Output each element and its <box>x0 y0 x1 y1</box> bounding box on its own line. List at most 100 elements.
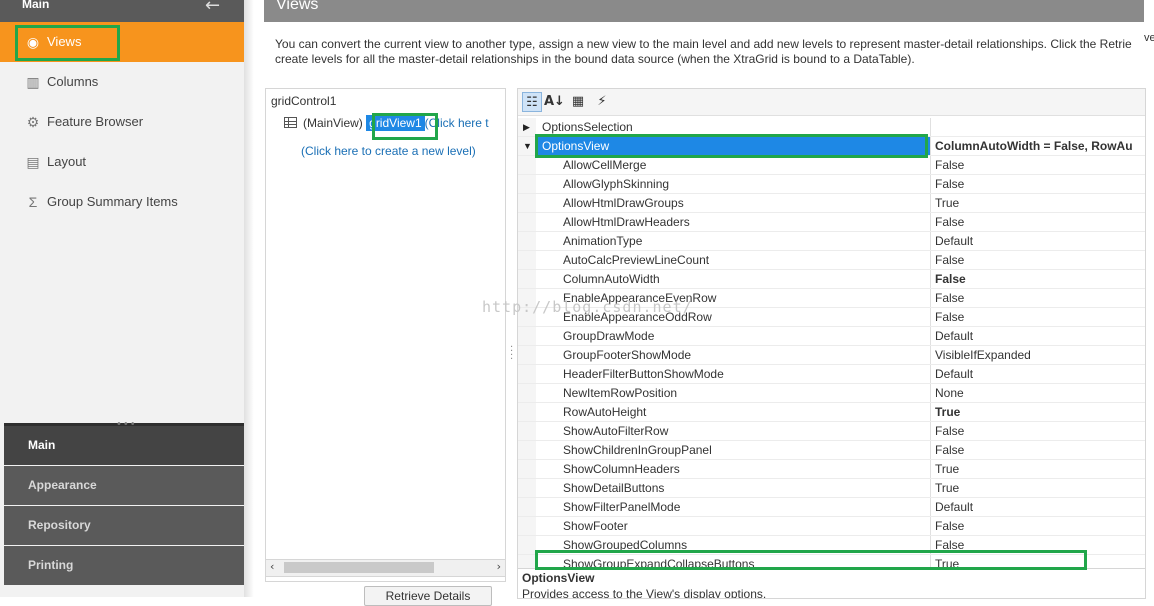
sidebar-group-appearance[interactable]: Appearance <box>4 466 244 505</box>
scroll-right-icon[interactable]: › <box>497 560 501 573</box>
tree-horizontal-scrollbar[interactable]: ‹ › <box>265 559 506 577</box>
retrieve-details-button[interactable]: Retrieve Details <box>364 586 492 606</box>
property-value[interactable]: True <box>934 194 959 212</box>
sidebar: Main ← ◉ Views ▥ Columns ⚙ Feature Browser ▤ La… <box>0 0 244 597</box>
sidebar-group-main[interactable]: Main <box>4 426 244 465</box>
column-separator <box>930 156 931 174</box>
property-value[interactable]: Default <box>934 327 973 345</box>
showgrouppanel-highlight-box <box>535 550 1087 570</box>
row-gutter <box>518 517 536 535</box>
sidebar-item-group-summary-items[interactable]: Σ Group Summary Items <box>0 182 244 222</box>
alphabetical-icon[interactable]: A↓ <box>544 92 565 112</box>
gridview-highlight-box <box>372 113 438 140</box>
property-value[interactable]: ColumnAutoWidth = False, RowAu <box>934 137 1133 155</box>
column-separator <box>930 346 931 364</box>
property-description-panel: OptionsView Provides access to the View'… <box>518 568 1145 598</box>
columns-icon: ▥ <box>26 74 40 90</box>
sidebar-header-title: Main <box>22 0 50 11</box>
property-row[interactable]: GroupDrawMode Default <box>518 327 1145 346</box>
property-row[interactable]: RowAutoHeight True <box>518 403 1145 422</box>
property-row[interactable]: ShowAutoFilterRow False <box>518 422 1145 441</box>
property-row[interactable]: ShowChildrenInGroupPanel False <box>518 441 1145 460</box>
property-row[interactable]: GroupFooterShowMode VisibleIfExpanded <box>518 346 1145 365</box>
property-row[interactable]: AllowHtmlDrawHeaders False <box>518 213 1145 232</box>
property-name: ColumnAutoWidth <box>563 272 660 286</box>
description-cut-text: ve <box>1144 32 1154 44</box>
row-gutter <box>518 479 536 497</box>
sidebar-group-printing[interactable]: Printing <box>4 546 244 585</box>
sidebar-item-columns[interactable]: ▥ Columns <box>0 62 244 102</box>
column-separator <box>930 479 931 497</box>
collapse-icon[interactable]: ▼ <box>523 137 532 155</box>
property-row[interactable]: AutoCalcPreviewLineCount False <box>518 251 1145 270</box>
property-value[interactable]: False <box>934 251 964 269</box>
property-row[interactable]: AllowGlyphSkinning False <box>518 175 1145 194</box>
property-row[interactable]: AllowHtmlDrawGroups True <box>518 194 1145 213</box>
column-separator <box>930 517 931 535</box>
property-row[interactable]: ShowDetailButtons True <box>518 479 1145 498</box>
property-name: AnimationType <box>563 234 643 248</box>
page-header: Views <box>264 0 1154 22</box>
property-value[interactable]: False <box>934 289 964 307</box>
column-separator <box>930 327 931 345</box>
property-value[interactable]: True <box>934 479 959 497</box>
property-name: ShowFooter <box>563 519 628 533</box>
create-level-link[interactable]: (Click here to create a new level) <box>301 144 476 158</box>
column-separator <box>930 308 931 326</box>
property-name: NewItemRowPosition <box>563 386 678 400</box>
property-value[interactable]: Default <box>934 498 973 516</box>
property-value[interactable]: False <box>934 175 964 193</box>
property-name: RowAutoHeight <box>563 405 647 419</box>
page-description: You can convert the current view to anot… <box>275 37 1143 67</box>
scroll-thumb[interactable] <box>284 562 434 573</box>
sidebar-item-feature-browser[interactable]: ⚙ Feature Browser <box>0 102 244 142</box>
property-name: ShowFilterPanelMode <box>563 500 681 514</box>
vertical-splitter-handle[interactable]: · · · · <box>510 343 513 365</box>
gear-icon: ⚙ <box>26 114 40 130</box>
scroll-left-icon[interactable]: ‹ <box>270 560 274 573</box>
property-pages-icon[interactable]: ▦ <box>568 92 588 112</box>
row-gutter <box>518 441 536 459</box>
property-value[interactable]: None <box>934 384 964 402</box>
sidebar-item-label: Group Summary Items <box>47 194 178 209</box>
property-value[interactable]: False <box>934 517 964 535</box>
sidebar-item-layout[interactable]: ▤ Layout <box>0 142 244 182</box>
property-value[interactable]: VisibleIfExpanded <box>934 346 1031 364</box>
property-value[interactable]: True <box>934 403 960 421</box>
property-value[interactable]: False <box>934 213 964 231</box>
expand-icon[interactable]: ▶ <box>523 118 530 136</box>
column-separator <box>930 289 931 307</box>
categorized-icon[interactable]: ☷ <box>522 92 542 112</box>
property-row[interactable]: HeaderFilterButtonShowMode Default <box>518 365 1145 384</box>
sidebar-item-label: Feature Browser <box>47 114 144 129</box>
property-row[interactable]: ShowFilterPanelMode Default <box>518 498 1145 517</box>
property-name: AllowGlyphSkinning <box>563 177 670 191</box>
page-title: Views <box>276 0 319 13</box>
property-value[interactable]: Default <box>934 232 973 250</box>
column-separator <box>930 270 931 288</box>
property-value[interactable]: Default <box>934 365 973 383</box>
property-value[interactable]: False <box>934 441 964 459</box>
events-icon[interactable]: ⚡ <box>592 92 612 112</box>
level-tree[interactable]: gridControl1 (MainView) gridView1 (Click … <box>265 88 506 582</box>
property-row[interactable]: NewItemRowPosition None <box>518 384 1145 403</box>
main-view-label: (MainView) <box>303 116 363 130</box>
header-edge <box>1144 0 1154 22</box>
row-gutter <box>518 346 536 364</box>
property-row[interactable]: ShowFooter False <box>518 517 1145 536</box>
sidebar-group-repository[interactable]: Repository <box>4 506 244 545</box>
property-row[interactable]: AnimationType Default <box>518 232 1145 251</box>
property-name: GroupFooterShowMode <box>563 348 692 362</box>
row-gutter <box>518 175 536 193</box>
row-gutter <box>518 460 536 478</box>
arrow-left-icon[interactable]: ← <box>205 0 220 16</box>
tree-root[interactable]: gridControl1 <box>271 94 336 108</box>
property-value[interactable]: False <box>934 270 966 288</box>
property-row[interactable]: ShowColumnHeaders True <box>518 460 1145 479</box>
property-value[interactable]: False <box>934 308 964 326</box>
property-value[interactable]: False <box>934 156 964 174</box>
property-value[interactable]: True <box>934 460 959 478</box>
property-row[interactable]: AllowCellMerge False <box>518 156 1145 175</box>
property-row[interactable]: ColumnAutoWidth False <box>518 270 1145 289</box>
property-value[interactable]: False <box>934 422 964 440</box>
